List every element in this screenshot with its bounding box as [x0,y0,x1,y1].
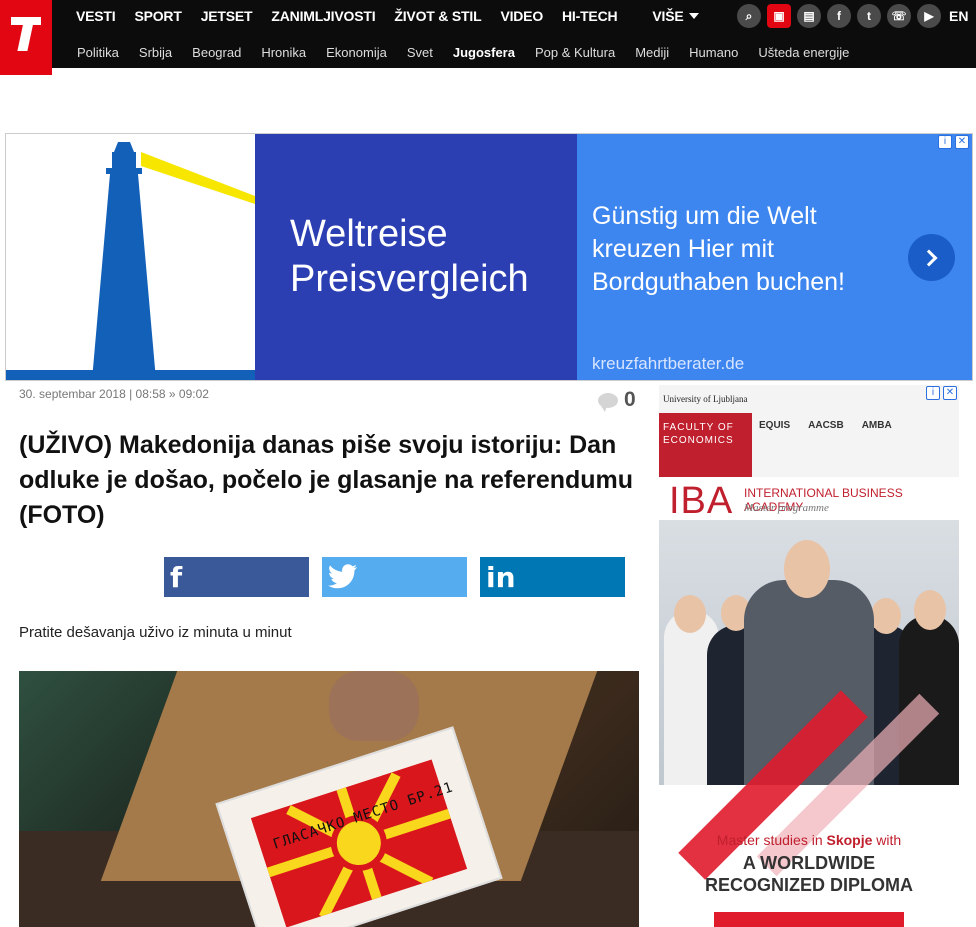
person-head [674,595,706,633]
article-lead: Pratite dešavanja uživo iz minuta u minu… [19,624,292,641]
info-icon[interactable]: i [938,135,952,149]
nav-sport[interactable]: SPORT [134,8,181,24]
person [899,615,959,785]
lighthouse-illustration [6,142,255,380]
twitter-icon [328,564,357,589]
person-head [914,590,946,630]
nav-more-dropdown[interactable]: VIŠE [652,8,699,24]
nav-more-label: VIŠE [652,8,684,24]
youtube-icon[interactable]: ▶ [917,4,941,28]
subnav-hronika[interactable]: Hronika [261,45,306,60]
comments-link[interactable]: 0 [598,388,636,412]
faculty-badge: FACULTY OF ECONOMICS [659,413,752,477]
side-ad-cta-line1: Master studies in Skopje with [659,832,959,848]
subnav-pop-kultura[interactable]: Pop & Kultura [535,45,615,60]
chevron-down-icon [688,13,699,19]
tv-icon[interactable]: ▣ [767,4,791,28]
side-ad-red-bar [714,912,904,927]
language-switch[interactable]: EN [949,8,968,24]
accreditation-aacsb: AACSB [808,420,844,431]
photo-hand [329,671,419,741]
article-photo[interactable]: ГЛАСАЧКО МЕСТО БР.21 [19,671,639,927]
cta-prefix: Master studies in [716,832,827,848]
nav-zanimljivosti[interactable]: ZANIMLJIVOSTI [271,8,375,24]
ad-text-panel: Günstig um die Welt kreuzen Hier mit Bor… [577,134,972,380]
person-head [871,598,901,634]
nav-video[interactable]: VIDEO [500,8,543,24]
search-icon[interactable]: ⌕ [737,4,761,28]
subnav-srbija[interactable]: Srbija [139,45,172,60]
share-facebook-button[interactable]: f [164,557,309,597]
nav-jetset[interactable]: JETSET [201,8,253,24]
iba-subtitle: Master programme [744,502,829,514]
comment-bubble-icon [598,392,618,412]
ad-headline-panel: Weltreise Preisvergleich [255,134,577,380]
cta-suffix: with [872,832,902,848]
subnav-jugosfera[interactable]: Jugosfera [453,45,515,60]
sub-nav: Politika Srbija Beograd Hronika Ekonomij… [52,36,976,68]
main-nav: VESTI SPORT JETSET ZANIMLJIVOSTI ŽIVOT &… [52,0,718,32]
share-linkedin-button[interactable]: in [480,557,625,597]
iba-logo: IBA [669,480,734,522]
subnav-humano[interactable]: Humano [689,45,738,60]
side-ad-cta-headline: A WORLDWIDE RECOGNIZED DIPLOMA [659,852,959,896]
facebook-icon[interactable]: f [827,4,851,28]
chevron-right-icon [920,249,938,266]
nav-hi-tech[interactable]: HI-TECH [562,8,618,24]
side-ad[interactable]: University of Ljubljana FACULTY OF ECONO… [659,385,959,927]
banner-ad[interactable]: Weltreise Preisvergleich Günstig um die … [5,133,973,381]
share-twitter-button[interactable] [322,557,467,597]
subnav-beograd[interactable]: Beograd [192,45,241,60]
subnav-mediji[interactable]: Mediji [635,45,669,60]
side-ad-choices: i ✕ [926,386,957,400]
person-main-head [784,540,830,598]
article-title: (UŽIVO) Makedonija danas piše svoju isto… [19,431,634,529]
ad-headline: Weltreise Preisvergleich [290,213,529,300]
twitter-icon[interactable]: t [857,4,881,28]
radio-icon[interactable]: ▤ [797,4,821,28]
comment-count: 0 [624,388,636,411]
subnav-ekonomija[interactable]: Ekonomija [326,45,387,60]
close-icon[interactable]: ✕ [955,135,969,149]
site-header: VESTI SPORT JETSET ZANIMLJIVOSTI ŽIVOT &… [0,0,976,75]
close-icon[interactable]: ✕ [943,386,957,400]
nav-vesti[interactable]: VESTI [76,8,116,24]
accreditation-amba: AMBA [861,420,892,431]
cta-city: Skopje [826,832,873,848]
cta-line2: A WORLDWIDE [742,853,876,873]
viber-icon[interactable]: ☏ [887,4,911,28]
ad-arrow-button[interactable] [908,234,955,281]
ad-domain: kreuzfahrtberater.de [592,354,745,373]
subnav-usteda-energije[interactable]: Ušteda energije [758,45,849,60]
accreditation-equis: EQUIS [759,420,791,431]
subnav-politika[interactable]: Politika [77,45,119,60]
ad-choices: i ✕ [938,135,969,149]
article-meta: 30. septembar 2018 | 08:58 » 09:02 [19,387,209,401]
info-icon[interactable]: i [926,386,940,400]
nav-zivot-stil[interactable]: ŽIVOT & STIL [394,8,481,24]
facebook-icon: f [170,560,183,594]
cta-line3: RECOGNIZED DIPLOMA [704,875,913,895]
university-name: University of Ljubljana [663,394,748,404]
ad-lighthouse-panel [6,134,255,380]
ad-text: Günstig um die Welt kreuzen Hier mit Bor… [592,202,845,296]
site-logo[interactable] [0,0,52,75]
header-icons: ⌕ ▣ ▤ f t ☏ ▶ EN [737,4,968,28]
linkedin-icon: in [486,560,516,594]
accreditation-logos: EQUIS AACSB AMBA [759,420,892,431]
subnav-svet[interactable]: Svet [407,45,433,60]
share-buttons: f in [164,557,625,597]
